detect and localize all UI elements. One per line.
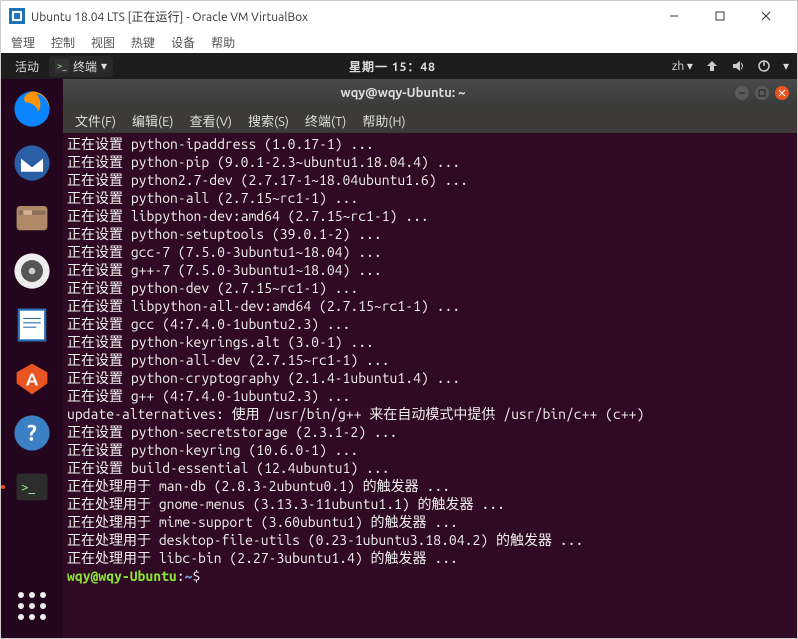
show-applications-button[interactable] <box>8 582 56 630</box>
volume-icon[interactable] <box>731 59 745 73</box>
terminal-titlebar[interactable]: wqy@wqy-Ubuntu: ~ <box>63 79 797 107</box>
terminal-menu-item[interactable]: 终端(T) <box>299 111 352 130</box>
terminal-window: wqy@wqy-Ubuntu: ~ 文件(F)编辑(E) 查看(V)搜索(S)终端… <box>63 79 797 638</box>
terminal-title: wqy@wqy-Ubuntu: ~ <box>71 86 735 100</box>
terminal-prompt: wqy@wqy-Ubuntu:~$ <box>67 567 793 585</box>
libreoffice-writer-icon <box>10 303 54 347</box>
current-app-indicator[interactable]: >_ 终端 ▾ <box>49 56 113 77</box>
terminal-maximize-button[interactable] <box>755 86 769 100</box>
minimize-button[interactable] <box>651 1 697 31</box>
svg-text:?: ? <box>27 421 37 446</box>
vb-menu-item[interactable]: 视图 <box>87 34 119 51</box>
vb-titlebar[interactable]: Ubuntu 18.04 LTS [正在运行] - Oracle VM Virt… <box>1 1 797 31</box>
close-button[interactable] <box>743 1 789 31</box>
ubuntu-top-bar: 活动 >_ 终端 ▾ 星期一 15：48 zh ▾ ▾ <box>1 53 797 79</box>
terminal-menu-item[interactable]: 文件(F) <box>69 111 122 130</box>
rhythmbox-icon <box>10 249 54 293</box>
launcher-item-libreoffice-writer[interactable] <box>8 301 56 349</box>
clock[interactable]: 星期一 15：48 <box>113 58 672 75</box>
virtualbox-window: Ubuntu 18.04 LTS [正在运行] - Oracle VM Virt… <box>0 0 798 639</box>
terminal-close-button[interactable] <box>775 86 789 100</box>
ubuntu-desktop: 活动 >_ 终端 ▾ 星期一 15：48 zh ▾ ▾ A? >_ <box>1 53 797 638</box>
terminal-menu-item[interactable]: 搜索(S) <box>242 111 295 130</box>
firefox-icon <box>10 87 54 131</box>
launcher-item-ubuntu-software[interactable]: A <box>8 355 56 403</box>
launcher-item-help[interactable]: ? <box>8 409 56 457</box>
maximize-button[interactable] <box>697 1 743 31</box>
launcher: A? >_ <box>1 79 63 638</box>
files-icon <box>10 195 54 239</box>
terminal-menu-item[interactable]: 查看(V) <box>184 111 238 130</box>
vb-menu-item[interactable]: 管理 <box>7 34 39 51</box>
network-icon[interactable] <box>705 59 719 73</box>
svg-text:>_: >_ <box>57 61 67 71</box>
input-method-indicator[interactable]: zh ▾ <box>672 59 693 73</box>
vb-menu-item[interactable]: 帮助 <box>207 34 239 51</box>
vb-menu-item[interactable]: 设备 <box>167 34 199 51</box>
terminal-menu-item[interactable]: 帮助(H) <box>356 111 411 130</box>
vb-title: Ubuntu 18.04 LTS [正在运行] - Oracle VM Virt… <box>31 8 651 25</box>
terminal-minimize-button[interactable] <box>735 86 749 100</box>
chevron-down-icon: ▾ <box>101 59 107 73</box>
terminal-menu-item[interactable]: 编辑(E) <box>126 111 179 130</box>
current-app-label: 终端 <box>73 58 97 75</box>
terminal-menubar: 文件(F)编辑(E) 查看(V)搜索(S)终端(T)帮助(H) <box>63 107 797 133</box>
vb-app-icon <box>9 8 25 24</box>
svg-text:A: A <box>26 371 39 390</box>
help-icon: ? <box>10 411 54 455</box>
terminal-icon: >_ <box>10 465 54 509</box>
power-icon[interactable] <box>757 59 771 73</box>
launcher-item-terminal[interactable]: >_ <box>8 463 56 511</box>
terminal-body[interactable]: 正在设置 python-ipaddress (1.0.17-1) ... 正在设… <box>63 133 797 638</box>
system-menu-chevron-icon[interactable]: ▾ <box>783 59 789 73</box>
launcher-item-firefox[interactable] <box>8 85 56 133</box>
launcher-item-files[interactable] <box>8 193 56 241</box>
activities-button[interactable]: 活动 <box>9 58 45 75</box>
vb-menu-item[interactable]: 热键 <box>127 34 159 51</box>
ubuntu-software-icon: A <box>10 357 54 401</box>
svg-text:>_: >_ <box>21 480 35 494</box>
launcher-item-rhythmbox[interactable] <box>8 247 56 295</box>
vb-menubar: 管理控制视图热键设备帮助 <box>1 31 797 53</box>
thunderbird-icon <box>10 141 54 185</box>
terminal-small-icon: >_ <box>55 59 69 73</box>
launcher-item-thunderbird[interactable] <box>8 139 56 187</box>
vb-menu-item[interactable]: 控制 <box>47 34 79 51</box>
